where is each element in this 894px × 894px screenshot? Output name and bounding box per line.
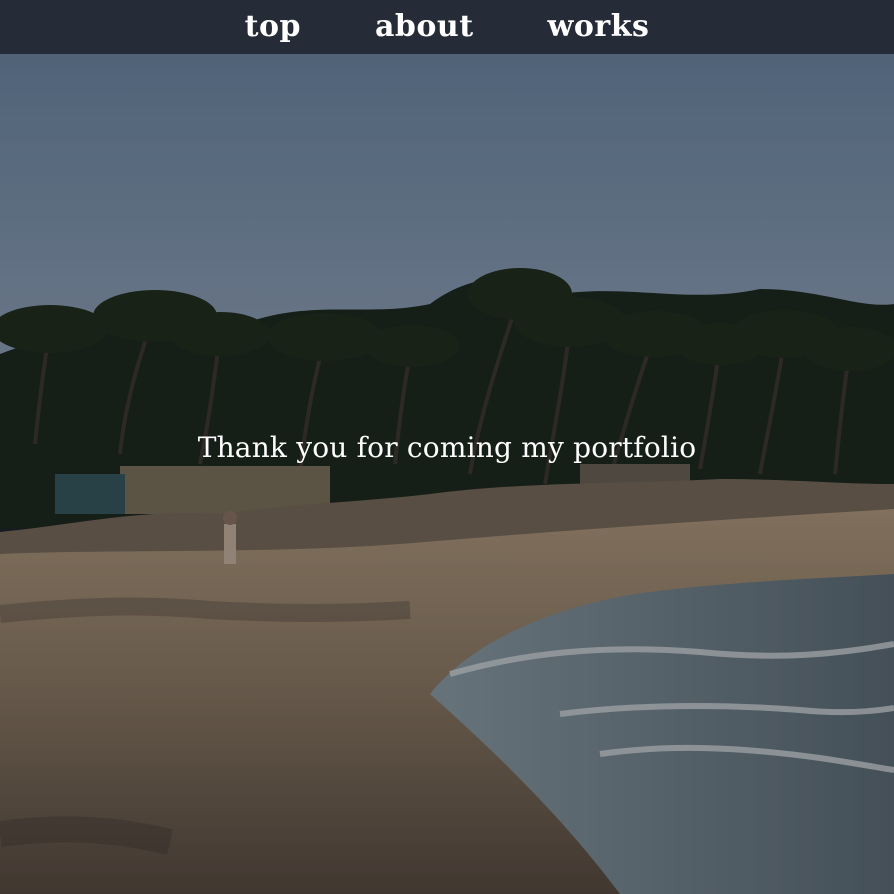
nav-link-works[interactable]: works — [548, 0, 650, 54]
nav-link-about[interactable]: about — [375, 0, 474, 54]
hero-dark-overlay — [0, 54, 894, 894]
hero-message: Thank you for coming my portfolio — [197, 431, 697, 464]
portfolio-page: top about works Thank you for coming my … — [0, 0, 894, 894]
hero-section: Thank you for coming my portfolio — [0, 54, 894, 894]
top-navigation-bar: top about works — [0, 0, 894, 54]
nav-link-top[interactable]: top — [245, 0, 301, 54]
